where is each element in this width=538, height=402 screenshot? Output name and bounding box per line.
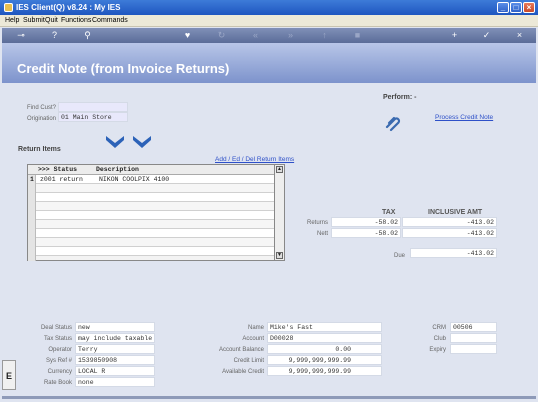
page-title: Credit Note (from Invoice Returns) bbox=[17, 61, 230, 76]
operator-label: Operator bbox=[48, 347, 72, 353]
account-balance-field: 0.00 bbox=[267, 344, 382, 354]
find-cust-field[interactable] bbox=[58, 102, 128, 112]
grid-header-status: >>> Status bbox=[38, 166, 78, 173]
rewind-icon[interactable]: « bbox=[250, 30, 261, 41]
toolbar: ⊸ ? ⚲ ♥ ↻ « » ↑ ■ + ✓ × bbox=[2, 28, 536, 43]
rate-book-label: Rate Book bbox=[43, 380, 72, 386]
table-row[interactable] bbox=[36, 247, 277, 256]
origination-label: Origination bbox=[26, 116, 56, 122]
due-label: Due bbox=[393, 253, 405, 259]
club-field[interactable] bbox=[450, 333, 497, 343]
add-icon[interactable]: + bbox=[449, 30, 460, 41]
table-row[interactable] bbox=[36, 211, 277, 220]
scroll-down-icon[interactable]: ▼ bbox=[276, 252, 283, 259]
operator-field[interactable]: Terry bbox=[75, 344, 155, 354]
menu-help[interactable]: Help bbox=[5, 17, 19, 24]
tax-status-label: Tax Status bbox=[43, 336, 72, 342]
tax-status-field[interactable]: may include taxable a bbox=[75, 333, 155, 343]
table-row[interactable] bbox=[36, 238, 277, 247]
table-row[interactable] bbox=[36, 202, 277, 211]
deal-status-label: Deal Status bbox=[40, 325, 72, 331]
grid-scrollbar[interactable]: ▲ ▼ bbox=[274, 165, 284, 260]
close-icon[interactable]: × bbox=[514, 30, 525, 41]
club-label: Club bbox=[433, 336, 446, 342]
scroll-up-icon[interactable]: ▲ bbox=[276, 166, 283, 173]
table-row[interactable] bbox=[36, 193, 277, 202]
table-row[interactable] bbox=[36, 184, 277, 193]
tax-header: TAX bbox=[382, 209, 396, 216]
available-credit-label: Available Credit bbox=[222, 369, 264, 375]
nett-incl-field: -413.02 bbox=[402, 228, 497, 238]
available-credit-field: 9,999,999,999.99 bbox=[267, 366, 382, 376]
currency-field[interactable]: LOCAL R bbox=[75, 366, 155, 376]
row-description: NIKON COOLPIX 4100 bbox=[99, 176, 170, 183]
currency-label: Currency bbox=[47, 369, 72, 375]
row-number-column: 1 bbox=[28, 175, 36, 261]
process-credit-note-link[interactable]: Process Credit Note bbox=[435, 114, 493, 121]
return-items-grid: >>> Status Description 1 z001 return NIK… bbox=[27, 164, 285, 261]
add-edit-delete-return-items-link[interactable]: Add / Ed / Del Return Items bbox=[215, 156, 294, 163]
search-icon[interactable]: ⚲ bbox=[82, 30, 93, 41]
check-icon[interactable]: ✓ bbox=[481, 30, 492, 41]
row-status: z001 return bbox=[40, 176, 83, 183]
side-tab[interactable]: E bbox=[2, 360, 16, 390]
inclusive-amt-header: INCLUSIVE AMT bbox=[428, 209, 483, 216]
returns-incl-field: -413.02 bbox=[402, 217, 497, 227]
nett-tax-field: -58.02 bbox=[331, 228, 401, 238]
origination-field[interactable]: 01 Main Store bbox=[58, 112, 128, 122]
menu-quit[interactable]: Quit bbox=[45, 17, 58, 24]
up-icon[interactable]: ↑ bbox=[319, 30, 330, 41]
table-row[interactable] bbox=[36, 220, 277, 229]
heart-icon[interactable]: ♥ bbox=[182, 30, 193, 41]
name-field[interactable]: Mike's Fast bbox=[267, 322, 382, 332]
crm-label: CRM bbox=[432, 325, 446, 331]
due-field: -413.02 bbox=[410, 248, 497, 258]
maximize-button[interactable]: □ bbox=[510, 2, 522, 13]
account-balance-label: Account Balance bbox=[218, 347, 264, 353]
menu-bar: Help Submit Quit Functions Commands bbox=[0, 15, 538, 27]
fast-forward-icon[interactable]: » bbox=[285, 30, 296, 41]
sys-ref-field[interactable]: 1539850908 bbox=[75, 355, 155, 365]
perform-label: Perform: - bbox=[383, 94, 417, 101]
returns-label: Returns bbox=[306, 220, 328, 226]
crm-field[interactable]: 00506 bbox=[450, 322, 497, 332]
account-label: Account bbox=[242, 336, 264, 342]
minimize-button[interactable]: _ bbox=[497, 2, 509, 13]
move-down-all-icon[interactable] bbox=[132, 135, 152, 149]
returns-tax-field: -58.02 bbox=[331, 217, 401, 227]
row-number: 1 bbox=[30, 176, 34, 183]
find-cust-label: Find Cust? bbox=[26, 105, 56, 111]
expiry-field[interactable] bbox=[450, 344, 497, 354]
menu-submit[interactable]: Submit bbox=[23, 17, 45, 24]
window-title: IES Client(Q) v8.24 : My IES bbox=[16, 3, 121, 12]
credit-limit-field: 9,999,999,999.99 bbox=[267, 355, 382, 365]
status-strip bbox=[2, 396, 536, 399]
grid-header-description: Description bbox=[96, 166, 139, 173]
return-items-label: Return Items bbox=[18, 146, 61, 153]
move-down-icon[interactable] bbox=[105, 135, 125, 149]
key-icon[interactable]: ⊸ bbox=[12, 30, 30, 41]
help-icon[interactable]: ? bbox=[49, 30, 60, 41]
menu-commands[interactable]: Commands bbox=[92, 17, 128, 24]
table-row[interactable]: z001 return NIKON COOLPIX 4100 bbox=[36, 175, 277, 184]
table-row[interactable] bbox=[36, 229, 277, 238]
page-header: Credit Note (from Invoice Returns) bbox=[2, 43, 536, 83]
app-icon bbox=[4, 3, 13, 12]
deal-status-field[interactable]: new bbox=[75, 322, 155, 332]
account-field[interactable]: D00028 bbox=[267, 333, 382, 343]
grid-header: >>> Status Description bbox=[28, 165, 284, 175]
title-bar: IES Client(Q) v8.24 : My IES _ □ × bbox=[0, 0, 538, 15]
close-window-button[interactable]: × bbox=[523, 2, 535, 13]
nett-label: Nett bbox=[316, 231, 328, 237]
refresh-icon[interactable]: ↻ bbox=[216, 30, 227, 41]
menu-functions[interactable]: Functions bbox=[61, 17, 91, 24]
sys-ref-label: Sys Ref # bbox=[45, 358, 72, 364]
name-label: Name bbox=[247, 325, 264, 331]
stop-icon[interactable]: ■ bbox=[352, 30, 363, 41]
expiry-label: Expiry bbox=[429, 347, 446, 353]
credit-limit-label: Credit Limit bbox=[233, 358, 264, 364]
paperclip-icon[interactable] bbox=[384, 114, 402, 132]
rate-book-field[interactable]: none bbox=[75, 377, 155, 387]
